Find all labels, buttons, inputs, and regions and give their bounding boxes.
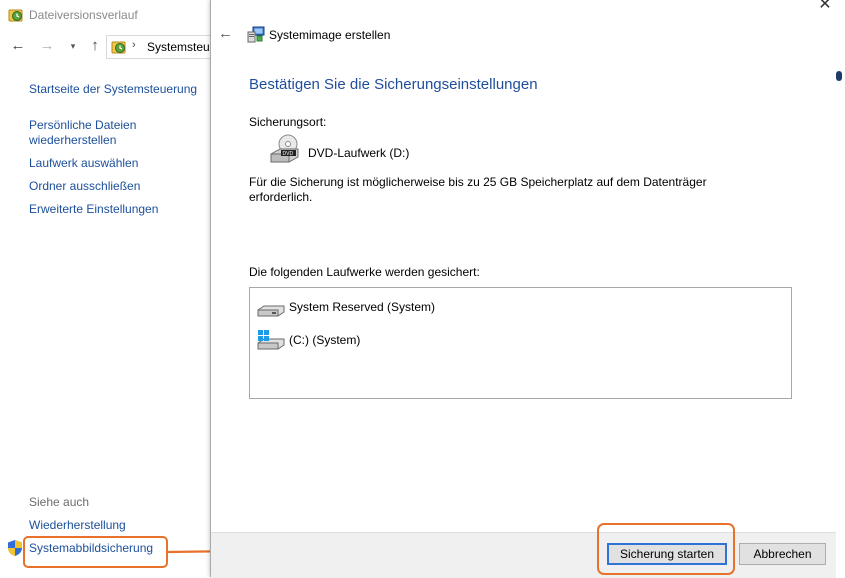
dialog-footer: Sicherung starten Abbrechen [211,532,837,577]
drive-label: System Reserved (System) [289,300,436,314]
drives-list[interactable]: System Reserved (System) (C:) (System) [249,287,792,399]
dvd-drive-icon: DVD [270,134,299,163]
highlight-box-system-image-link [23,536,168,568]
breadcrumb-item[interactable]: Systemsteu [147,40,210,54]
drive-label: (C:) (System) [289,333,361,347]
window-edge-marker [836,71,842,81]
backup-location-value: DVD-Laufwerk (D:) [308,146,410,160]
title-bar: Dateiversionsverlauf [0,0,210,30]
sidebar-link-control-panel-home[interactable]: Startseite der Systemsteuerung [29,82,197,97]
drives-list-label: Die folgenden Laufwerke werden gesichert… [249,265,480,279]
chevron-down-icon[interactable]: ▾ [64,37,82,55]
system-image-icon [247,26,265,43]
space-requirement-note: Für die Sicherung ist möglicherweise bis… [249,175,707,204]
hard-drive-icon [257,305,285,317]
cancel-button[interactable]: Abbrechen [739,543,826,565]
up-arrow-icon[interactable]: ↑ [86,37,104,55]
sidebar-link-select-drive[interactable]: Laufwerk auswählen [29,156,138,171]
uac-shield-icon [8,540,22,556]
sidebar-link-recovery[interactable]: Wiederherstellung [29,518,126,533]
navigation-bar: ← → ▾ ↑ › Systemsteu [0,35,217,59]
sidebar: Startseite der Systemsteuerung Persönlic… [0,60,210,578]
page-heading: Bestätigen Sie die Sicherungseinstellung… [249,76,538,93]
forward-arrow-icon[interactable]: → [38,37,56,55]
close-icon[interactable]: ✕ [815,0,835,14]
back-arrow-icon[interactable]: ← [9,37,27,55]
dialog-title: Systemimage erstellen [269,28,391,42]
create-system-image-dialog: ✕ ← Systemimage erstellen Bestätigen Sie… [210,0,838,577]
see-also-heading: Siehe auch [29,495,90,509]
sidebar-link-exclude-folders[interactable]: Ordner ausschließen [29,179,140,194]
file-history-icon [111,41,126,54]
svg-text:DVD: DVD [283,151,294,157]
back-arrow-icon[interactable]: ← [218,25,233,42]
sidebar-link-advanced-settings[interactable]: Erweiterte Einstellungen [29,202,158,217]
address-bar[interactable]: › Systemsteu [106,35,217,59]
file-history-icon [8,9,23,22]
window-title: Dateiversionsverlauf [29,8,138,22]
backup-location-label: Sicherungsort: [249,115,327,129]
background-window-edge [836,0,845,578]
sidebar-link-restore-files[interactable]: Persönliche Dateien wiederherstellen [29,118,179,148]
breadcrumb-separator: › [132,39,136,51]
windows-drive-icon [257,330,285,350]
highlight-box-start-button [597,523,735,575]
